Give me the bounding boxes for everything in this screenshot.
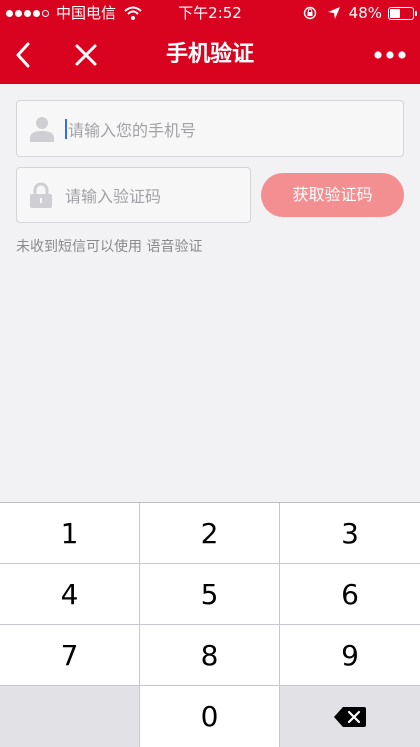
status-right: 48% [303, 0, 417, 26]
phone-placeholder-text: 请输入您的手机号 [68, 120, 197, 140]
key-8[interactable]: 8 [140, 625, 280, 686]
battery-icon [388, 6, 417, 20]
key-2[interactable]: 2 [140, 503, 280, 564]
page-title: 手机验证 [165, 42, 254, 67]
location-arrow-icon [327, 7, 340, 19]
more-dots-icon [374, 51, 406, 59]
key-7[interactable]: 7 [0, 625, 140, 686]
key-9[interactable]: 9 [280, 625, 420, 686]
key-0[interactable]: 0 [140, 686, 280, 747]
get-code-button[interactable]: 获取验证码 [261, 173, 404, 217]
more-button[interactable] [368, 26, 412, 84]
rotation-lock-icon [303, 6, 316, 20]
code-placeholder: 请输入验证码 [65, 187, 162, 206]
phone-placeholder: 请输入您的手机号 [65, 101, 196, 156]
header-bar: 中国电信 下午2:52 48% 手机验证 [0, 0, 420, 84]
key-5[interactable]: 5 [140, 564, 280, 625]
status-bar: 中国电信 下午2:52 48% [0, 0, 420, 26]
voice-verify-hint[interactable]: 未收到短信可以使用 语音验证 [16, 236, 202, 256]
verification-code-input[interactable]: 请输入验证码 [16, 167, 251, 223]
key-6[interactable]: 6 [280, 564, 420, 625]
key-1[interactable]: 1 [0, 503, 140, 564]
key-blank [0, 686, 140, 747]
phone-input[interactable]: 请输入您的手机号 [16, 100, 404, 157]
key-3[interactable]: 3 [280, 503, 420, 564]
numeric-keypad: 1 2 3 4 5 6 7 8 9 0 [0, 502, 420, 747]
key-4[interactable]: 4 [0, 564, 140, 625]
nav-bar: 手机验证 [0, 26, 420, 84]
user-icon [30, 116, 54, 142]
text-cursor [65, 118, 67, 139]
lock-icon [30, 182, 52, 208]
backspace-icon [334, 706, 366, 727]
battery-percent: 48% [348, 4, 382, 22]
backspace-key[interactable] [280, 686, 420, 747]
